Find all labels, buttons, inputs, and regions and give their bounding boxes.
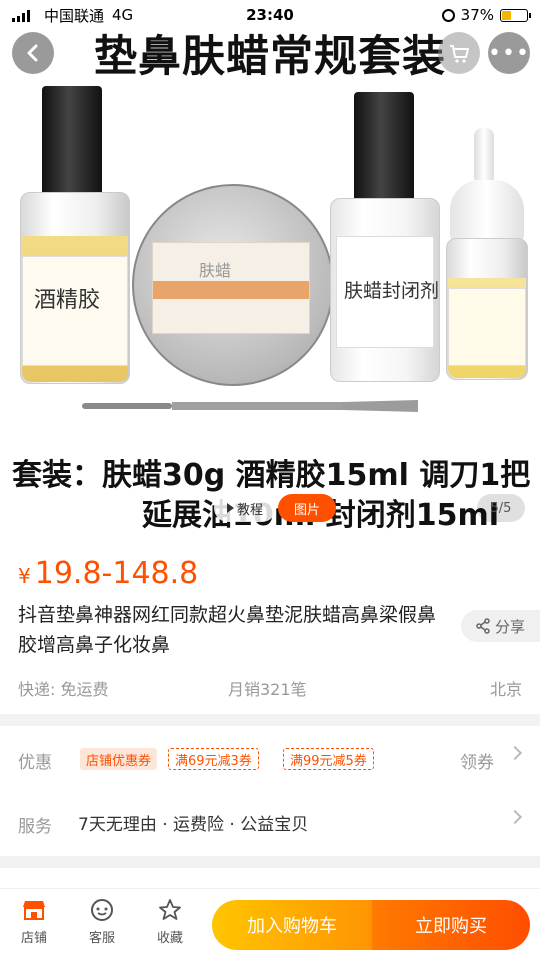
share-label: 分享: [495, 617, 526, 636]
signal-icon: [12, 9, 30, 22]
favorite-label: 收藏: [156, 931, 183, 946]
more-button[interactable]: •••: [488, 32, 530, 74]
sealer-bottle: 肤蜡封闭剂: [330, 92, 440, 384]
bottle-label-sealer: 肤蜡封闭剂: [344, 280, 440, 302]
favorite-tab[interactable]: 收藏: [142, 897, 198, 946]
play-icon: [226, 503, 234, 513]
carrier: 中国联通: [44, 6, 105, 25]
price-value: 19.8-148.8: [34, 556, 199, 591]
customer-service-icon: [91, 899, 113, 921]
get-coupon-link[interactable]: 领券: [460, 748, 494, 773]
shipping-info: 快递: 免运费: [18, 680, 109, 699]
chevron-right-icon: [507, 745, 523, 761]
cart-icon: [450, 45, 469, 63]
spatula: [82, 400, 418, 412]
image-tab[interactable]: 图片: [278, 494, 336, 522]
shop-icon: [23, 901, 45, 920]
network-type: 4G: [112, 6, 134, 24]
bottom-action-bar: 店铺 客服 收藏 加入购物车 立即购买: [0, 888, 540, 960]
back-arrow-icon: [27, 44, 38, 62]
tin-label-text: 肤蜡: [199, 261, 232, 280]
buy-now-button[interactable]: 立即购买: [372, 900, 530, 950]
hero-caption-line1: 套装：肤蜡30g 酒精胶15ml 调刀1把: [12, 458, 531, 493]
rotation-lock-icon: [441, 8, 455, 22]
more-icon: •••: [488, 40, 530, 66]
services-label: 服务: [18, 817, 52, 837]
bottle-label-alcohol-glue: 酒精胶: [34, 288, 101, 313]
image-label: 图片: [293, 502, 320, 518]
tutorial-label: 教程: [236, 502, 263, 518]
image-counter: 5/5: [477, 494, 525, 522]
share-icon: [476, 618, 490, 634]
coupon-99-5: 满99元减5券: [283, 748, 374, 770]
status-bar: 中国联通 4G 23:40 37%: [0, 0, 540, 30]
shop-label: 店铺: [20, 931, 47, 946]
product-title: 抖音垫鼻神器网红同款超火鼻垫泥肤蜡高鼻梁假鼻胶增高鼻子化妆鼻: [18, 604, 437, 656]
customer-service-tab[interactable]: 客服: [74, 897, 130, 946]
tutorial-tab[interactable]: 教程: [214, 494, 276, 522]
currency-symbol: ¥: [18, 564, 31, 588]
promotions-row[interactable]: 优惠 店铺优惠券 满69元减3券 满99元减5券 领券: [0, 728, 540, 788]
shop-tab[interactable]: 店铺: [6, 897, 62, 946]
alcohol-glue-bottle: 酒精胶: [20, 86, 130, 386]
service-label: 客服: [88, 931, 115, 946]
back-button[interactable]: [12, 32, 54, 74]
star-icon: [159, 899, 181, 920]
product-image-carousel[interactable]: 垫鼻肤蜡常规套装 酒精胶 肤蜡 肤蜡封闭剂 套装：肤蜡30g 酒精胶15ml 调…: [0, 0, 540, 540]
store-coupon-tag: 店铺优惠券: [80, 748, 158, 770]
services-text: 7天无理由 · 运费险 · 公益宝贝: [78, 815, 309, 835]
extender-oil-bottle: [442, 128, 532, 382]
promotions-label: 优惠: [18, 753, 52, 773]
cart-button[interactable]: [438, 32, 480, 74]
coupon-69-3: 满69元减3券: [168, 748, 259, 770]
ship-location: 北京: [489, 680, 522, 699]
battery-percent: 37%: [460, 6, 494, 24]
share-button[interactable]: 分享: [461, 610, 540, 642]
add-to-cart-button[interactable]: 加入购物车: [212, 900, 372, 950]
section-divider: [0, 856, 540, 868]
battery-icon: [500, 8, 531, 22]
section-divider: [0, 714, 540, 726]
price: ¥19.8-148.8: [18, 556, 198, 591]
monthly-sales: 月销321笔: [228, 680, 307, 699]
wax-tin-label: 肤蜡: [152, 242, 310, 334]
chevron-right-icon: [507, 809, 523, 825]
services-row[interactable]: 服务 7天无理由 · 运费险 · 公益宝贝: [0, 792, 540, 852]
